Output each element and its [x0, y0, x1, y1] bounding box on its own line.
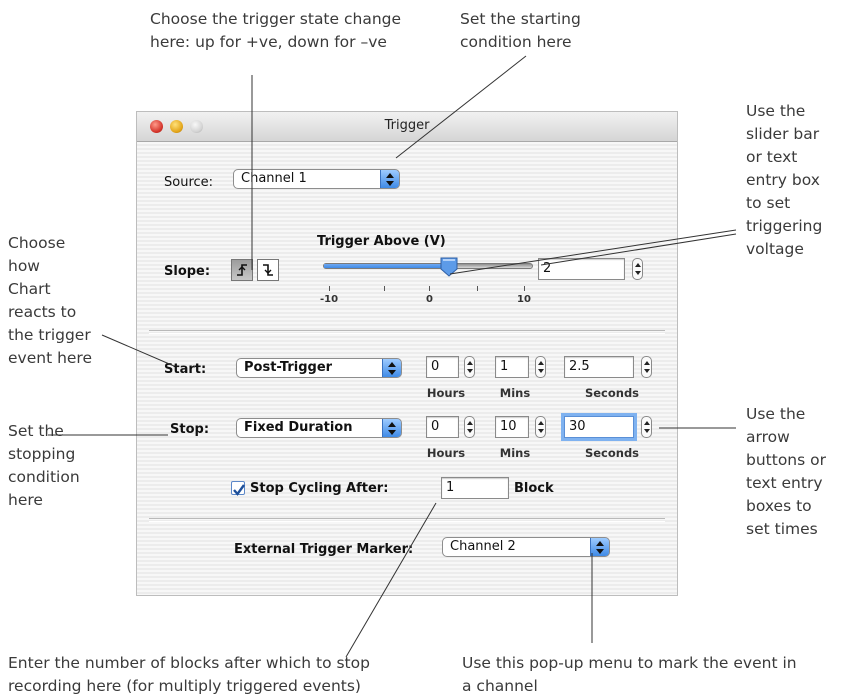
stop-cycling-field[interactable]: 1 — [441, 477, 509, 499]
stop-mode-popup[interactable]: Fixed Duration — [236, 418, 402, 438]
start-mode-value: Post-Trigger — [244, 360, 333, 375]
trigger-slider-thumb[interactable] — [440, 257, 458, 277]
slider-tick-label: -10 — [320, 294, 339, 305]
slope-up-button[interactable] — [231, 259, 253, 281]
note-blocks: Enter the number of blocks after which t… — [8, 654, 370, 695]
window-title: Trigger — [384, 118, 430, 133]
stop-hours-field[interactable]: 0 — [426, 416, 459, 438]
slider-tick — [524, 286, 525, 291]
note-popup: Use this pop-up menu to mark the event i… — [462, 654, 797, 695]
popup-arrows-icon — [382, 359, 401, 377]
note-slider: Use the slider bar or text entry box to … — [746, 102, 823, 258]
note-starting-condition: Set the starting condition here — [460, 10, 581, 51]
stop-seconds-stepper[interactable] — [641, 416, 652, 438]
separator — [149, 330, 665, 334]
stop-mins-field[interactable]: 10 — [495, 416, 529, 438]
source-popup-value: Channel 1 — [241, 171, 307, 186]
trigger-slider-fill — [324, 264, 449, 268]
note-trigger-state: Choose the trigger state change here: up… — [150, 10, 402, 51]
source-label: Source: — [164, 175, 214, 190]
stop-label: Stop: — [170, 422, 210, 437]
stop-seconds-unit: Seconds — [584, 446, 640, 460]
rising-edge-icon — [237, 264, 247, 276]
stop-cycling-checkbox[interactable] — [231, 481, 245, 496]
start-mode-popup[interactable]: Post-Trigger — [236, 358, 402, 378]
external-trigger-label: External Trigger Marker: — [234, 542, 414, 557]
slider-tick — [477, 286, 478, 291]
slope-label: Slope: — [164, 264, 211, 279]
source-popup[interactable]: Channel 1 — [233, 169, 400, 189]
external-trigger-popup[interactable]: Channel 2 — [442, 537, 610, 557]
trigger-above-title: Trigger Above (V) — [317, 234, 446, 249]
separator — [149, 518, 665, 522]
slider-tick-label: 0 — [426, 294, 433, 305]
title-bar[interactable]: Trigger — [137, 112, 677, 142]
stop-hours-stepper[interactable] — [464, 416, 475, 438]
start-mins-stepper[interactable] — [535, 356, 546, 378]
popup-arrows-icon — [380, 170, 399, 188]
start-hours-unit: Hours — [426, 386, 466, 400]
stop-mode-value: Fixed Duration — [244, 420, 353, 435]
start-seconds-stepper[interactable] — [641, 356, 652, 378]
slope-down-button[interactable] — [257, 259, 279, 281]
stop-mins-unit: Mins — [499, 446, 531, 460]
stop-hours-unit: Hours — [426, 446, 466, 460]
stop-seconds-field[interactable]: 30 — [564, 416, 634, 438]
slider-tick-label: 10 — [517, 294, 531, 305]
start-mins-field[interactable]: 1 — [495, 356, 529, 378]
stop-cycling-label: Stop Cycling After: — [250, 481, 389, 496]
start-hours-stepper[interactable] — [464, 356, 475, 378]
stop-cycling-unit: Block — [514, 481, 554, 496]
popup-arrows-icon — [590, 538, 609, 556]
start-hours-field[interactable]: 0 — [426, 356, 459, 378]
note-chart-reacts: Choose how Chart reacts to the trigger e… — [8, 234, 93, 367]
trigger-voltage-stepper[interactable] — [632, 258, 643, 280]
start-seconds-unit: Seconds — [584, 386, 640, 400]
trigger-dialog: Trigger Source: Channel 1 Trigger Above … — [137, 112, 677, 595]
start-label: Start: — [164, 362, 207, 377]
trigger-slider-track[interactable] — [323, 263, 533, 269]
start-seconds-field[interactable]: 2.5 — [564, 356, 634, 378]
falling-edge-icon — [263, 264, 273, 276]
slider-tick — [384, 286, 385, 291]
trigger-voltage-field[interactable]: 2 — [538, 258, 625, 280]
note-stopping-condition: Set the stopping condition here — [8, 422, 80, 509]
checkmark-icon — [233, 484, 245, 496]
note-arrow-buttons: Use the arrow buttons or text entry boxe… — [746, 405, 826, 538]
slider-tick — [329, 286, 330, 291]
external-trigger-value: Channel 2 — [450, 539, 516, 554]
slider-tick — [429, 286, 430, 291]
start-mins-unit: Mins — [499, 386, 531, 400]
popup-arrows-icon — [382, 419, 401, 437]
stop-mins-stepper[interactable] — [535, 416, 546, 438]
